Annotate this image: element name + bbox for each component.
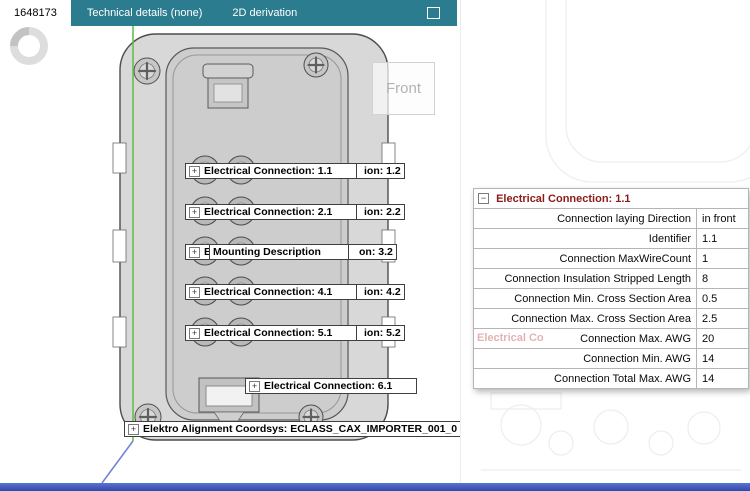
- properties-tooltip: − Electrical Connection: 1.1 Connection …: [473, 188, 749, 389]
- property-name: Connection Total Max. AWG: [474, 369, 697, 389]
- tab-2d-derivation[interactable]: 2D derivation: [218, 0, 311, 26]
- property-value: 20: [697, 329, 749, 349]
- orbit-compass-icon[interactable]: [14, 31, 44, 61]
- property-name: Connection Max. AWG: [474, 329, 697, 349]
- label-connection-4-1[interactable]: +Electrical Connection: 4.1: [185, 284, 357, 300]
- tooltip-row: Connection Min. Cross Section Area0.5: [474, 289, 749, 309]
- latch-feature: [203, 64, 253, 108]
- tooltip-row: Connection Min. AWG14: [474, 349, 749, 369]
- property-value: in front: [697, 209, 749, 229]
- label-connection-6-1[interactable]: +Electrical Connection: 6.1: [245, 378, 417, 394]
- property-name: Connection Max. Cross Section Area: [474, 309, 697, 329]
- property-value: 0.5: [697, 289, 749, 309]
- expand-icon[interactable]: +: [189, 328, 200, 339]
- tooltip-header-row: − Electrical Connection: 1.1: [474, 189, 749, 209]
- label-connection-2-1[interactable]: +Electrical Connection: 2.1: [185, 204, 357, 220]
- property-name: Connection Min. Cross Section Area: [474, 289, 697, 309]
- expand-icon[interactable]: +: [249, 381, 260, 392]
- tooltip-row: Connection Max. Cross Section Area2.5: [474, 309, 749, 329]
- label-alignment-coordsys[interactable]: +Elektro Alignment Coordsys: ECLASS_CAX_…: [124, 421, 460, 437]
- view-orientation-label: Front: [372, 62, 435, 115]
- tooltip-title: Electrical Connection: 1.1: [496, 193, 630, 205]
- property-name: Connection laying Direction: [474, 209, 697, 229]
- blue-axis-line: [102, 441, 133, 483]
- expand-icon[interactable]: +: [189, 247, 200, 258]
- expand-icon[interactable]: +: [128, 424, 139, 435]
- property-value: 2.5: [697, 309, 749, 329]
- background-window: − Electrical Connection: 1.1 Connection …: [460, 0, 750, 483]
- label-connection-5-2[interactable]: ion: 5.2: [353, 325, 405, 341]
- tab-technical-details[interactable]: Technical details (none): [73, 0, 217, 26]
- tooltip-row: Connection MaxWireCount1: [474, 249, 749, 269]
- property-value: 8: [697, 269, 749, 289]
- taskbar-strip: [0, 483, 750, 491]
- tooltip-row: Connection laying Directionin front: [474, 209, 749, 229]
- label-mounting-description[interactable]: Mounting Description: [209, 244, 349, 260]
- expand-icon[interactable]: +: [189, 166, 200, 177]
- expand-icon[interactable]: +: [189, 207, 200, 218]
- property-name: Connection MaxWireCount: [474, 249, 697, 269]
- label-connection-4-2[interactable]: ion: 4.2: [353, 284, 405, 300]
- label-connection-1-2[interactable]: ion: 1.2: [353, 163, 405, 179]
- property-name: Connection Min. AWG: [474, 349, 697, 369]
- tab-1648173[interactable]: 1648173: [0, 0, 71, 26]
- property-value: 1.1: [697, 229, 749, 249]
- tooltip-row: Connection Insulation Stripped Length8: [474, 269, 749, 289]
- label-connection-2-2[interactable]: ion: 2.2: [353, 204, 405, 220]
- label-connection-5-1[interactable]: +Electrical Connection: 5.1: [185, 325, 357, 341]
- expand-icon[interactable]: +: [189, 287, 200, 298]
- label-connection-3-2[interactable]: on: 3.2: [348, 244, 397, 260]
- tooltip-row: Connection Max. AWG20: [474, 329, 749, 349]
- label-connection-1-1[interactable]: +Electrical Connection: 1.1: [185, 163, 357, 179]
- collapse-icon[interactable]: −: [478, 193, 489, 204]
- tooltip-row: Identifier1.1: [474, 229, 749, 249]
- maximize-window-icon[interactable]: [427, 7, 440, 19]
- property-value: 14: [697, 369, 749, 389]
- property-value: 14: [697, 349, 749, 369]
- 3d-viewport[interactable]: Front ion: 1.2+Electrical Connection: 1.…: [0, 26, 460, 483]
- tab-bar: 1648173 Technical details (none) 2D deri…: [0, 0, 457, 26]
- property-name: Identifier: [474, 229, 697, 249]
- tooltip-row: Connection Total Max. AWG14: [474, 369, 749, 389]
- property-name: Connection Insulation Stripped Length: [474, 269, 697, 289]
- property-value: 1: [697, 249, 749, 269]
